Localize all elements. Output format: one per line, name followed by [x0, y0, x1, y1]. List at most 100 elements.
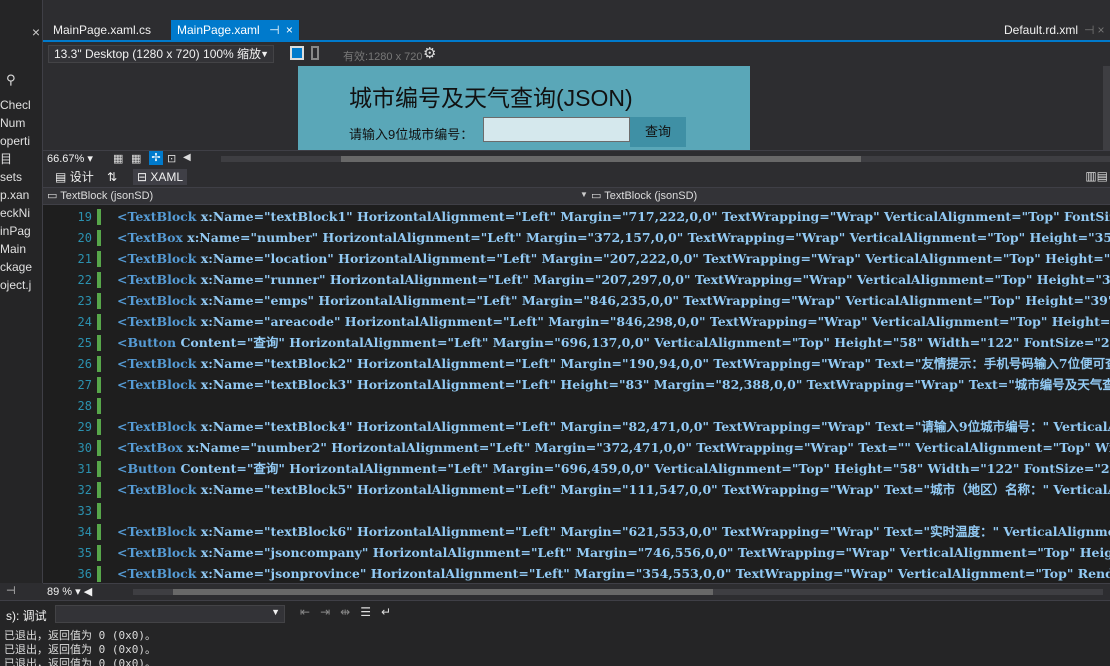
explorer-item[interactable]: Checl — [0, 96, 42, 114]
gear-icon[interactable]: ⚙ — [423, 44, 436, 62]
effective-size: 有效:1280 x 720 — [343, 51, 423, 63]
explorer-item[interactable]: inPag — [0, 222, 42, 240]
code-attributes: Content="查询" HorizontalAlignment="Left" … — [180, 461, 1110, 476]
snap-lines-icon[interactable]: ✢ — [149, 151, 163, 165]
code-line[interactable]: 36 <TextBlock x:Name="jsonprovince" Horiz… — [43, 566, 1110, 582]
scroll-left-icon[interactable]: ◀ — [183, 152, 191, 163]
device-select[interactable]: 13.3" Desktop (1280 x 720) 100% 缩放 ▼ — [48, 45, 274, 63]
code-line[interactable]: 19 <TextBlock x:Name="textBlock1" Horizon… — [43, 209, 1110, 225]
element-selector-right[interactable]: ▭ TextBlock (jsonSD) — [591, 189, 697, 202]
code-line[interactable]: 29 <TextBlock x:Name="textBlock4" Horizon… — [43, 419, 1110, 435]
landscape-icon[interactable] — [290, 46, 304, 60]
code-line[interactable]: 32 <TextBlock x:Name="textBlock5" Horizon… — [43, 482, 1110, 498]
tab-xaml[interactable]: ⊟ XAML — [133, 169, 188, 185]
code-attributes: x:Name="jsonprovince" HorizontalAlignmen… — [200, 566, 1110, 581]
output-source-select[interactable]: ▼ — [55, 605, 285, 623]
explorer-item[interactable]: eckNi — [0, 204, 42, 222]
code-text: <TextBlock x:Name="emps" HorizontalAlign… — [117, 293, 1110, 309]
code-tag: <TextBlock — [117, 293, 197, 308]
tab-default-rd-xml[interactable]: Default.rd.xml ⊣ × — [998, 20, 1110, 40]
explorer-item[interactable]: 目 — [0, 150, 42, 168]
editor-hscroll[interactable] — [133, 589, 1103, 595]
chevron-down-icon: ▼ — [271, 607, 280, 617]
code-line[interactable]: 20 <TextBox x:Name="number" HorizontalAli… — [43, 230, 1110, 246]
code-line[interactable]: 35 <TextBlock x:Name="jsoncompany" Horizo… — [43, 545, 1110, 561]
find-prev-icon[interactable]: ⇤ — [300, 605, 310, 619]
explorer-footer: ⊣ — [0, 583, 43, 600]
scroll-thumb[interactable] — [341, 156, 861, 162]
code-line[interactable]: 30 <TextBox x:Name="number2" HorizontalAl… — [43, 440, 1110, 456]
explorer-item[interactable]: sets — [0, 168, 42, 186]
code-line[interactable]: 31 <Button Content="查询" HorizontalAlignme… — [43, 461, 1110, 477]
code-attributes: x:Name="textBlock3" HorizontalAlignment=… — [200, 377, 1110, 392]
code-line[interactable]: 23 <TextBlock x:Name="emps" HorizontalAli… — [43, 293, 1110, 309]
explorer-item[interactable]: ckage — [0, 258, 42, 276]
grid-icon[interactable]: ▦ — [113, 152, 123, 165]
element-selector-value: TextBlock (jsonSD) — [60, 190, 154, 202]
tab-design[interactable]: ▤ 设计 — [51, 169, 98, 185]
clear-icon[interactable]: ☰ — [360, 605, 371, 619]
line-number: 36 — [77, 567, 92, 581]
change-marker — [97, 419, 101, 435]
code-text: <TextBlock x:Name="textBlock5" Horizonta… — [117, 482, 1110, 498]
word-wrap-icon[interactable]: ↵ — [381, 605, 391, 619]
explorer-item[interactable]: Main — [0, 240, 42, 258]
tab-mainpage-xaml[interactable]: MainPage.xaml ⊣ × — [171, 20, 299, 40]
explorer-item[interactable]: Num — [0, 114, 42, 132]
code-line[interactable]: 26 <TextBlock x:Name="textBlock2" Horizon… — [43, 356, 1110, 372]
change-marker — [97, 377, 101, 393]
document-tab-bar: MainPage.xaml.cs MainPage.xaml ⊣ × Defau… — [43, 20, 1110, 42]
code-line[interactable]: 27 <TextBlock x:Name="textBlock3" Horizon… — [43, 377, 1110, 393]
pin-icon[interactable]: ⊣ — [6, 584, 16, 597]
change-marker — [97, 230, 101, 246]
vs-ide-window: × ⚲ Checl Num operti 目 sets p.xan eckNi inPag Ma… — [0, 0, 1110, 666]
code-text: <TextBlock x:Name="textBlock3" Horizonta… — [117, 377, 1110, 393]
code-line[interactable]: 34 <TextBlock x:Name="textBlock6" Horizon… — [43, 524, 1110, 540]
xaml-code-editor[interactable]: 19 <TextBlock x:Name="textBlock1" Horizon… — [43, 205, 1110, 583]
close-icon[interactable]: × — [286, 23, 293, 37]
designer-hscroll[interactable] — [221, 156, 1110, 162]
pin-icon[interactable]: ⊣ — [1084, 23, 1094, 37]
code-text: <TextBlock x:Name="jsoncompany" Horizont… — [117, 545, 1110, 561]
change-marker — [97, 293, 101, 309]
zoom-value: 66.67% — [47, 153, 85, 165]
query-button[interactable]: 查询 — [630, 117, 686, 147]
split-view-icon[interactable]: ▥▤ — [1085, 169, 1108, 183]
search-icon[interactable]: ⚲ — [6, 72, 16, 88]
code-tag: <TextBlock — [117, 209, 197, 224]
code-line[interactable]: 25 <Button Content="查询" HorizontalAlignme… — [43, 335, 1110, 351]
swap-panes-button[interactable]: ⇅ — [103, 169, 121, 185]
code-line[interactable]: 22 <TextBlock x:Name="runner" HorizontalA… — [43, 272, 1110, 288]
code-attributes: x:Name="jsoncompany" HorizontalAlignment… — [200, 545, 1110, 560]
scroll-thumb[interactable] — [173, 589, 713, 595]
pin-icon[interactable]: ⊣ — [269, 23, 279, 37]
code-line[interactable]: 21 <TextBlock x:Name="location" Horizonta… — [43, 251, 1110, 267]
explorer-item[interactable]: p.xan — [0, 186, 42, 204]
tab-label: XAML — [150, 170, 184, 184]
close-icon[interactable]: × — [1097, 23, 1104, 37]
code-line[interactable]: 24 <TextBlock x:Name="areacode" Horizonta… — [43, 314, 1110, 330]
chevron-down-icon: ▼ — [260, 49, 269, 59]
element-selector-left[interactable]: ▭ TextBlock (jsonSD) — [47, 189, 153, 202]
explorer-item[interactable]: oject.j — [0, 276, 42, 294]
code-text: <TextBlock x:Name="location" HorizontalA… — [117, 251, 1110, 267]
close-icon[interactable]: × — [32, 24, 40, 40]
tab-mainpage-xaml-cs[interactable]: MainPage.xaml.cs — [47, 20, 157, 40]
chevron-down-icon[interactable]: ▼ — [580, 190, 588, 199]
change-marker — [97, 314, 101, 330]
explorer-item[interactable]: operti — [0, 132, 42, 150]
design-canvas[interactable]: 城市编号及天气查询(JSON) 请输入9位城市编号： 查询 — [43, 66, 1103, 150]
zoom-select[interactable]: 66.67% ▾ — [47, 152, 93, 165]
editor-zoom-select[interactable]: 89 % ▾ ◀ — [47, 585, 92, 598]
snap-grid-icon[interactable]: ▦ — [131, 152, 141, 165]
device-icon[interactable]: ⊡ — [167, 152, 176, 165]
find-next-icon[interactable]: ⇥ — [320, 605, 330, 619]
canvas-scrollbar[interactable] — [1103, 66, 1110, 150]
line-number: 23 — [77, 294, 92, 308]
clear-all-icon[interactable]: ⇹ — [340, 605, 350, 619]
code-line[interactable]: 28 — [43, 398, 1110, 414]
portrait-icon[interactable] — [311, 46, 319, 60]
code-line[interactable]: 33 — [43, 503, 1110, 519]
page-preview[interactable]: 城市编号及天气查询(JSON) 请输入9位城市编号： 查询 — [298, 66, 750, 150]
city-code-input[interactable] — [483, 117, 630, 142]
